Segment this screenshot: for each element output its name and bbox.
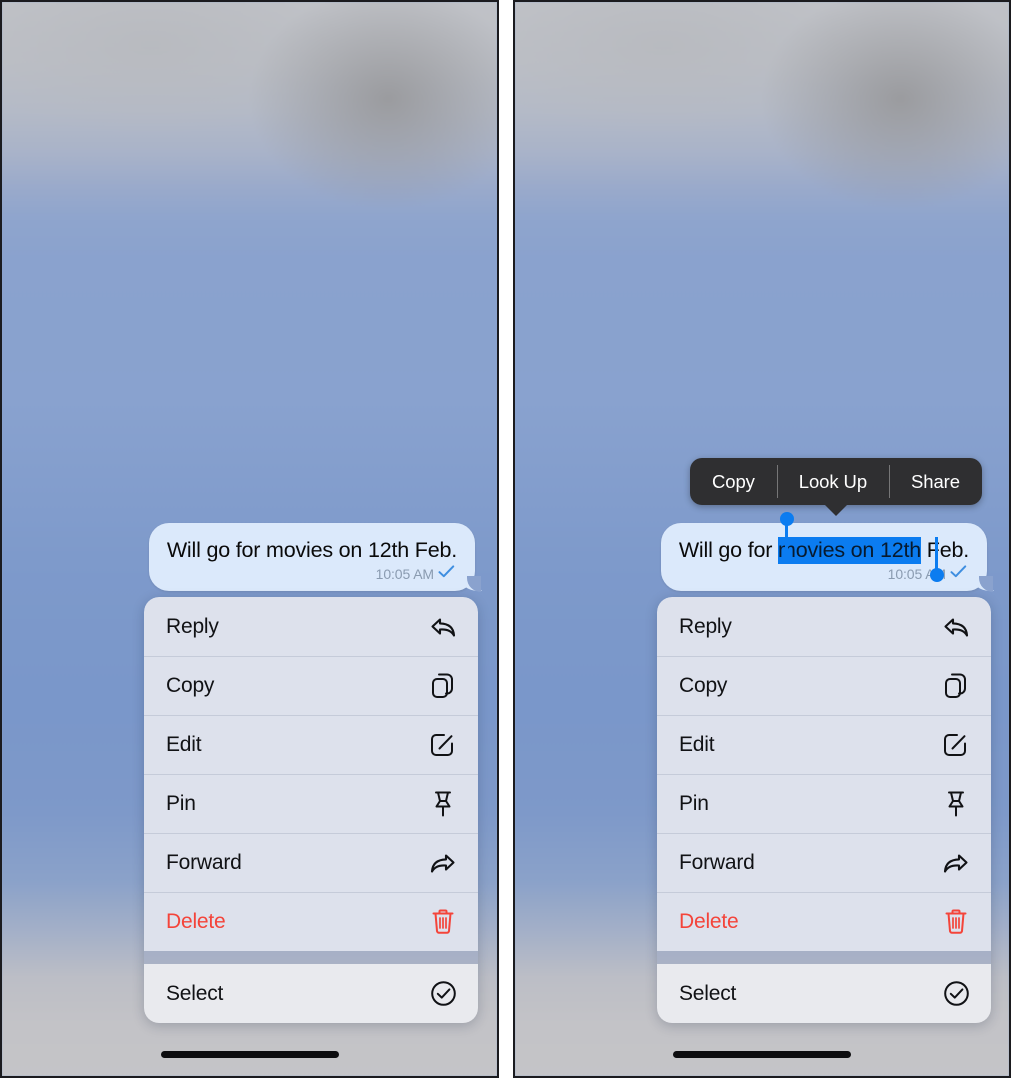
copy-documents-icon: [941, 671, 971, 701]
trash-icon: [428, 907, 458, 937]
menu-item-label: Pin: [679, 791, 709, 815]
menu-item-label: Delete: [679, 909, 739, 933]
menu-item-select[interactable]: Select: [144, 964, 478, 1023]
menu-item-reply[interactable]: Reply: [657, 597, 991, 656]
context-menu-left: Reply Copy Edit Pin Forward Delete Selec…: [144, 597, 478, 1023]
menu-item-pin[interactable]: Pin: [144, 774, 478, 833]
menu-item-copy[interactable]: Copy: [144, 656, 478, 715]
menu-item-copy[interactable]: Copy: [657, 656, 991, 715]
selected-text-highlight[interactable]: movies on 12th: [777, 537, 921, 564]
selection-share-label: Share: [911, 470, 960, 492]
menu-item-delete[interactable]: Delete: [657, 892, 991, 951]
menu-item-label: Copy: [166, 673, 215, 697]
toolbar-pointer-arrow: [823, 504, 848, 516]
pencil-square-icon: [428, 730, 458, 760]
check-circle-icon: [941, 979, 971, 1009]
context-menu-select-group: Select: [657, 964, 991, 1023]
menu-item-label: Copy: [679, 673, 728, 697]
message-bubble-row-right: Will go for movies on 12th Feb. 10:05 AM: [515, 512, 994, 592]
menu-item-forward[interactable]: Forward: [144, 833, 478, 892]
pencil-square-icon: [941, 730, 971, 760]
pushpin-icon: [428, 789, 458, 819]
home-indicator: [160, 1051, 339, 1058]
forward-arrow-icon: [428, 848, 458, 878]
menu-item-label: Edit: [679, 732, 715, 756]
selection-lookup-label: Look Up: [798, 470, 868, 492]
screenshot-root: Will go for movies on 12th Feb. 10:05 AM…: [0, 0, 1011, 1078]
message-bubble-row-left: Will go for movies on 12th Feb. 10:05 AM: [2, 523, 482, 592]
forward-arrow-icon: [941, 848, 971, 878]
message-bubble[interactable]: Will go for movies on 12th Feb. 10:05 AM: [660, 512, 994, 592]
menu-item-label: Forward: [679, 850, 755, 874]
message-meta: 10:05 AM: [167, 565, 457, 583]
selection-end-handle[interactable]: [929, 537, 946, 582]
selection-start-handle[interactable]: [779, 512, 796, 557]
menu-item-label: Reply: [679, 614, 732, 638]
selection-copy-label: Copy: [712, 470, 755, 492]
text-before-selection: Will go for: [678, 538, 778, 562]
message-bubble[interactable]: Will go for movies on 12th Feb. 10:05 AM: [148, 523, 482, 592]
menu-item-select[interactable]: Select: [657, 964, 991, 1023]
phone-screen-left: Will go for movies on 12th Feb. 10:05 AM…: [0, 0, 499, 1078]
home-indicator: [673, 1051, 851, 1058]
reply-arrow-icon: [428, 612, 458, 642]
reply-arrow-icon: [941, 612, 971, 642]
context-menu-select-group: Select: [144, 964, 478, 1023]
context-menu-main-group: Reply Copy Edit Pin Forward Delete: [144, 597, 478, 951]
message-text-selected: Will go for movies on 12th Feb.: [678, 537, 969, 564]
checkmark-icon: [438, 565, 455, 583]
selection-lookup-button[interactable]: Look Up: [776, 458, 889, 505]
menu-item-label: Reply: [166, 614, 219, 638]
menu-group-separator: [144, 951, 478, 964]
checkmark-icon: [950, 565, 967, 583]
menu-item-delete[interactable]: Delete: [144, 892, 478, 951]
menu-group-separator: [657, 951, 991, 964]
menu-item-forward[interactable]: Forward: [657, 833, 991, 892]
pushpin-icon: [941, 789, 971, 819]
message-meta: 10:05 AM: [679, 565, 969, 583]
menu-item-label: Forward: [166, 850, 242, 874]
menu-item-label: Select: [166, 981, 224, 1005]
menu-item-pin[interactable]: Pin: [657, 774, 991, 833]
check-circle-icon: [428, 979, 458, 1009]
menu-item-label: Select: [679, 981, 737, 1005]
text-selection-toolbar: Copy Look Up Share: [690, 458, 982, 516]
message-timestamp: 10:05 AM: [375, 566, 434, 582]
menu-item-reply[interactable]: Reply: [144, 597, 478, 656]
menu-item-edit[interactable]: Edit: [144, 715, 478, 774]
menu-item-label: Pin: [166, 791, 196, 815]
selection-share-button[interactable]: Share: [889, 458, 982, 505]
selection-copy-button[interactable]: Copy: [690, 458, 777, 505]
menu-item-label: Edit: [166, 732, 202, 756]
menu-item-label: Delete: [166, 909, 226, 933]
trash-icon: [941, 907, 971, 937]
menu-item-edit[interactable]: Edit: [657, 715, 991, 774]
copy-documents-icon: [428, 671, 458, 701]
context-menu-right: Reply Copy Edit Pin Forward Delete Selec…: [657, 597, 991, 1023]
message-text: Will go for movies on 12th Feb.: [166, 538, 457, 562]
context-menu-main-group: Reply Copy Edit Pin Forward Delete: [657, 597, 991, 951]
phone-screen-right: Copy Look Up Share Will go for movies on…: [513, 0, 1011, 1078]
